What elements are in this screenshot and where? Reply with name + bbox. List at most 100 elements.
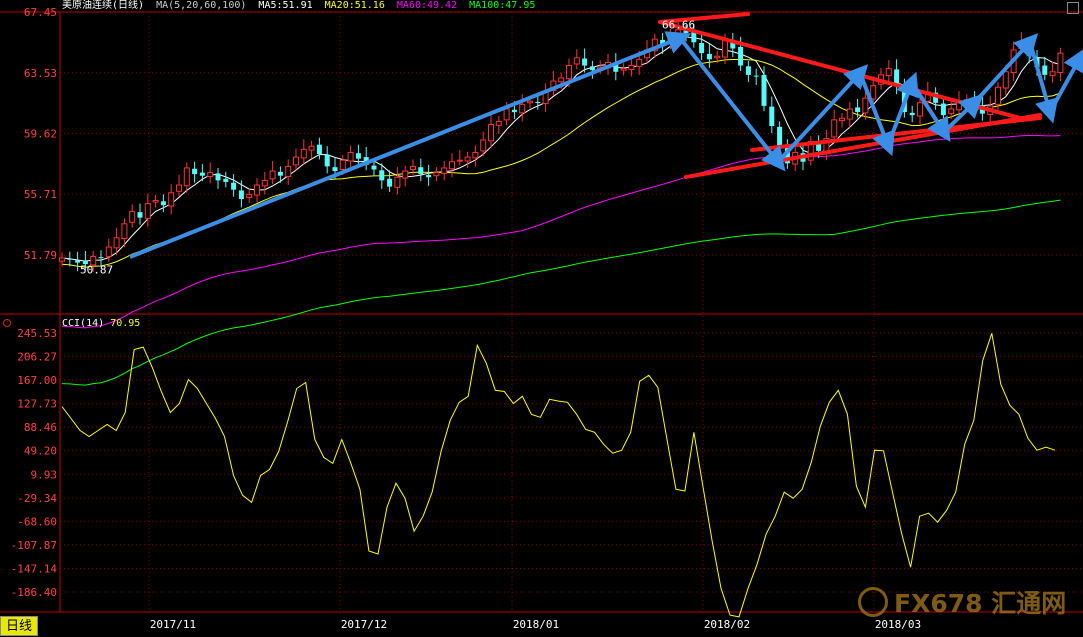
candle-down xyxy=(511,109,517,113)
candle-up xyxy=(831,119,838,138)
cci-label: CCI(14) xyxy=(62,318,105,329)
high-annotation: 66.66 xyxy=(662,18,695,31)
ma-params-label: MA(5,20,60,100) xyxy=(156,0,247,11)
candle-down xyxy=(535,102,541,103)
candle-down xyxy=(418,167,424,175)
cci-header: CCI(14) 70.95 xyxy=(62,318,140,330)
candle-up xyxy=(183,167,190,187)
candle-up xyxy=(246,193,253,198)
candle-up xyxy=(846,108,853,120)
candle-up xyxy=(464,156,471,162)
candle-down xyxy=(371,165,377,170)
candle-up xyxy=(495,120,502,126)
candle-down xyxy=(777,126,783,148)
candle-down xyxy=(355,153,361,159)
watermark-text: FX678 汇通网 xyxy=(894,589,1067,618)
candle-down xyxy=(332,167,338,172)
candle-down xyxy=(199,172,205,176)
cci-value: 70.95 xyxy=(110,318,141,329)
candle-down xyxy=(98,257,104,259)
candle-up xyxy=(948,108,955,115)
candle-up xyxy=(995,86,1001,105)
cci-tick-label: -186.40 xyxy=(11,586,57,599)
cci-tick-label: 245.53 xyxy=(17,327,57,340)
candle-up xyxy=(339,159,346,170)
candle-up xyxy=(144,203,151,219)
trend-arrow-blue xyxy=(1028,41,1059,124)
candle-up xyxy=(480,139,487,152)
cci-line xyxy=(61,333,1056,618)
candle-up xyxy=(1002,71,1009,89)
cci-tick-label: 49.20 xyxy=(24,445,57,458)
indicator-marker-icon xyxy=(3,319,11,327)
candle-up xyxy=(394,176,401,188)
price-tick-label: 59.62 xyxy=(24,128,57,141)
chart-canvas[interactable]: 67.45 63.53 59.62 55.71 51.79 245.53 206.27 167… xyxy=(0,0,1083,637)
candle-up xyxy=(917,102,923,117)
cci-tick-label: -107.87 xyxy=(11,539,57,552)
candle-up xyxy=(519,103,526,114)
trend-arrow-blue xyxy=(973,33,1039,104)
candle-up xyxy=(885,68,892,77)
candle-up xyxy=(347,151,354,162)
candle-up xyxy=(456,159,463,162)
candle-down xyxy=(379,170,385,181)
ma20-value: MA20:51.16 xyxy=(324,0,385,11)
price-tick-label: 51.79 xyxy=(24,249,57,262)
candle-up xyxy=(254,184,260,196)
ma5-line xyxy=(61,36,1061,262)
candle-down xyxy=(738,46,744,66)
candle-down xyxy=(192,168,198,175)
candle-down xyxy=(940,103,946,116)
candle-down xyxy=(753,75,759,77)
candle-up xyxy=(113,237,120,249)
candle-down xyxy=(215,173,221,181)
period-button[interactable]: 日线 xyxy=(0,616,38,636)
candle-down xyxy=(238,190,244,199)
stock-chart-window: 67.45 63.53 59.62 55.71 51.79 245.53 206.27 167… xyxy=(0,0,1083,637)
candle-up xyxy=(402,170,409,179)
candle-up xyxy=(714,55,721,59)
cci-tick-label: 167.00 xyxy=(17,374,57,387)
candle-up xyxy=(176,184,182,192)
trend-arrow-blue xyxy=(129,31,692,259)
candle-up xyxy=(59,257,65,262)
cci-tick-label: 88.46 xyxy=(24,421,57,434)
candle-up xyxy=(105,246,112,257)
candle-up xyxy=(261,179,268,187)
candle-up xyxy=(152,200,159,203)
candle-down xyxy=(1042,65,1048,75)
candle-down xyxy=(589,66,595,71)
candle-up xyxy=(566,65,572,80)
candle-up xyxy=(168,192,175,207)
candle-down xyxy=(426,174,432,178)
candle-up xyxy=(1049,71,1056,77)
candle-down xyxy=(231,182,237,190)
trend-arrow-blue xyxy=(1048,47,1083,113)
cci-tick-label: 9.93 xyxy=(31,468,58,481)
candle-down xyxy=(160,201,166,206)
candle-up xyxy=(558,77,565,83)
candle-up xyxy=(308,145,315,151)
candle-up xyxy=(636,58,643,67)
ma60-line xyxy=(61,134,1061,329)
candle-down xyxy=(75,260,81,263)
candle-up xyxy=(628,65,635,70)
candle-up xyxy=(620,68,627,71)
candle-down xyxy=(909,112,915,116)
candle-down xyxy=(277,171,283,176)
candle-down xyxy=(316,144,322,154)
candle-up xyxy=(269,170,276,180)
candle-down xyxy=(223,178,229,182)
candle-down xyxy=(745,66,751,75)
candle-down xyxy=(855,107,861,113)
cci-tick-label: 127.73 xyxy=(17,398,57,411)
price-tick-label: 63.53 xyxy=(24,67,57,80)
price-tick-label: 67.45 xyxy=(24,6,57,19)
window-corner-button[interactable] xyxy=(1067,2,1079,14)
candle-up xyxy=(449,161,455,170)
watermark-logo-icon xyxy=(858,587,888,617)
chart-header: 美原油连续(日线) MA(5,20,60,100) MA5:51.91 MA20… xyxy=(62,0,541,12)
symbol-title: 美原油连续(日线) xyxy=(62,0,145,11)
ma5-value: MA5:51.91 xyxy=(258,0,313,11)
